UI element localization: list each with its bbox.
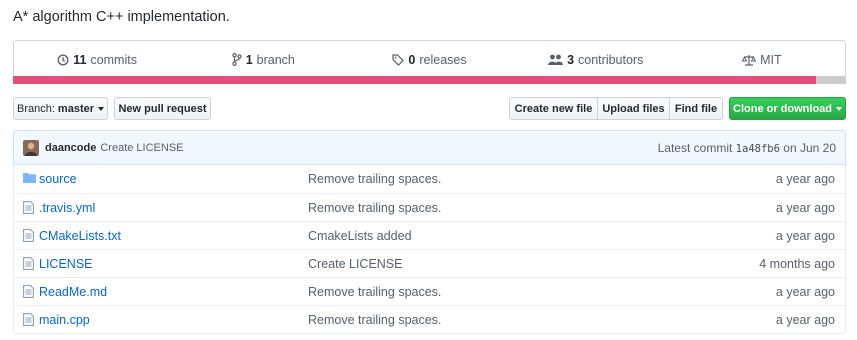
file-commit-message[interactable]: Remove trailing spaces. (308, 285, 441, 299)
file-name[interactable]: source (39, 172, 77, 186)
language-bar-other[interactable] (816, 76, 846, 84)
branch-prefix: Branch: (17, 102, 55, 115)
contributors-link[interactable]: 3 contributors (513, 41, 679, 78)
file-row: ReadMe.md Remove trailing spaces. a year… (14, 277, 845, 305)
file-age: a year ago (775, 172, 835, 186)
new-pull-request-button[interactable]: New pull request (114, 97, 211, 120)
file-age: a year ago (775, 200, 835, 215)
folder-icon (23, 172, 36, 186)
commit-date: on Jun 20 (783, 140, 836, 155)
history-icon (57, 54, 69, 65)
commits-count: 11 (73, 52, 87, 67)
file-age: a year ago (775, 284, 835, 299)
law-icon (742, 54, 757, 66)
file-commit-message[interactable]: CmakeLists added (308, 229, 412, 243)
license-label: MIT (760, 52, 782, 67)
file-name[interactable]: CMakeLists.txt (39, 229, 121, 243)
language-bar[interactable] (13, 76, 846, 84)
license-link[interactable]: MIT (679, 41, 845, 78)
file-row: source Remove trailing spaces. a year ag… (14, 165, 845, 193)
file-icon (23, 229, 34, 245)
language-bar-cpp[interactable] (13, 76, 816, 84)
file-name[interactable]: ReadMe.md (39, 285, 107, 299)
file-age: a year ago (775, 228, 835, 243)
caret-down-icon (98, 106, 104, 111)
contributors-count: 3 (567, 52, 575, 67)
file-name[interactable]: LICENSE (39, 257, 93, 271)
commits-link[interactable]: 11 commits (14, 41, 180, 78)
file-actions-group: Create new file Upload files Find file (509, 97, 723, 120)
file-icon (23, 313, 34, 329)
contributors-label: contributors (578, 52, 644, 67)
numbers-summary: 11 commits 1 branch 0 releases 3 contrib… (13, 40, 846, 84)
file-commit-message[interactable]: Remove trailing spaces. (308, 313, 441, 327)
latest-commit-bar: daancode Create LICENSE Latest commit 1a… (13, 130, 846, 165)
releases-label: releases (419, 52, 467, 67)
file-row: .travis.yml Remove trailing spaces. a ye… (14, 193, 845, 221)
releases-count: 0 (408, 52, 416, 67)
releases-link[interactable]: 0 releases (346, 41, 512, 78)
file-list: source Remove trailing spaces. a year ag… (13, 165, 846, 334)
repo-description: A* algorithm C++ implementation. (13, 9, 230, 25)
file-commit-message[interactable]: Remove trailing spaces. (308, 201, 441, 215)
clone-label: Clone or download (733, 102, 832, 115)
commit-sha[interactable]: 1a48fb6 (736, 143, 780, 155)
file-row: LICENSE Create LICENSE 4 months ago (14, 249, 845, 277)
file-row: CMakeLists.txt CmakeLists added a year a… (14, 221, 845, 249)
tag-icon (392, 53, 405, 66)
file-icon (23, 201, 34, 217)
file-commit-message[interactable]: Create LICENSE (308, 257, 402, 271)
avatar[interactable] (23, 139, 39, 156)
commit-message[interactable]: Create LICENSE (100, 142, 183, 154)
branches-count: 1 (245, 52, 253, 67)
branch-select-button[interactable]: Branch: master (13, 97, 108, 120)
latest-commit-prefix: Latest commit (657, 140, 733, 155)
file-commit-message[interactable]: Remove trailing spaces. (308, 172, 441, 186)
branch-icon (232, 53, 242, 66)
upload-files-button[interactable]: Upload files (598, 97, 670, 120)
file-icon (23, 257, 34, 273)
commit-author[interactable]: daancode (45, 142, 96, 154)
branches-label: branch (256, 52, 295, 67)
people-icon (548, 54, 564, 65)
clone-or-download-button[interactable]: Clone or download (729, 97, 846, 120)
find-file-button[interactable]: Find file (670, 97, 723, 120)
branches-link[interactable]: 1 branch (180, 41, 346, 78)
latest-commit-info: Latest commit 1a48fb6 on Jun 20 (658, 141, 836, 155)
branch-name: master (57, 102, 94, 115)
file-row: main.cpp Remove trailing spaces. a year … (14, 305, 845, 333)
file-age: 4 months ago (759, 256, 835, 271)
create-new-file-button[interactable]: Create new file (509, 97, 598, 120)
caret-down-icon (836, 106, 842, 111)
commits-label: commits (90, 52, 137, 67)
file-age: a year ago (775, 312, 835, 327)
file-icon (23, 285, 34, 301)
file-name[interactable]: .travis.yml (39, 201, 95, 215)
file-name[interactable]: main.cpp (39, 313, 90, 327)
